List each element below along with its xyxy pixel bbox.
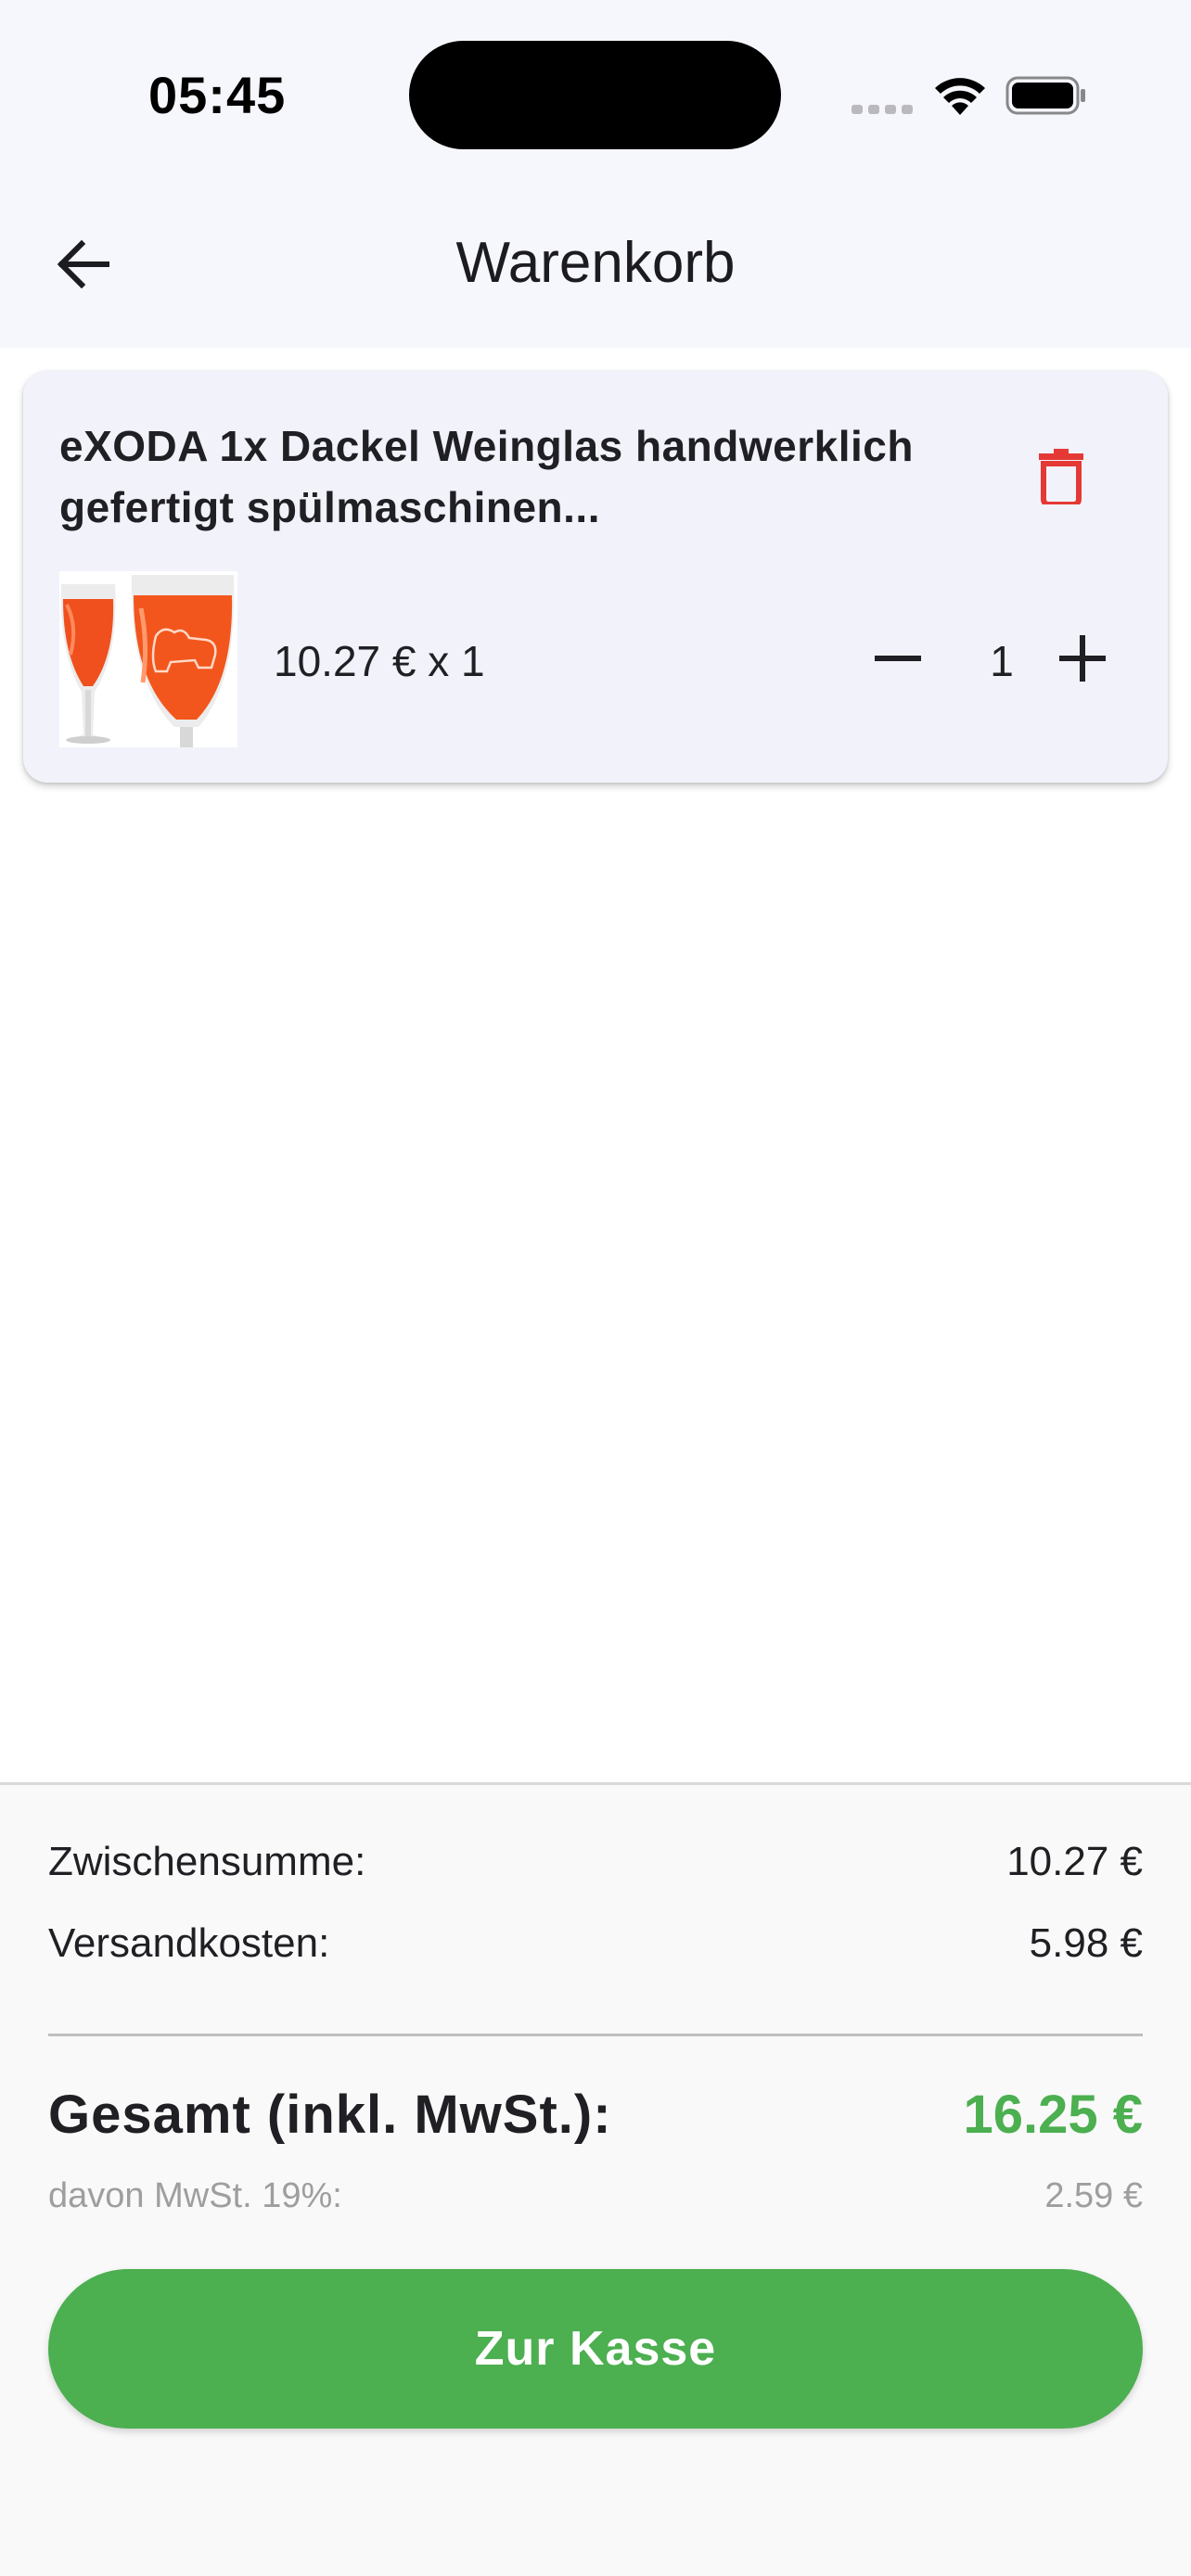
battery-icon: [1005, 76, 1085, 115]
shipping-label: Versandkosten:: [48, 1920, 330, 1966]
order-summary: Zwischensumme: 10.27 € Versandkosten: 5.…: [0, 1782, 1191, 2576]
delete-item-button[interactable]: [1020, 436, 1102, 517]
cart-item-card: eXODA 1x Dackel Weinglas handwerklich ge…: [23, 371, 1168, 783]
increase-quantity-button[interactable]: [1042, 618, 1123, 699]
signal-icon: [852, 105, 913, 114]
header-area: 05:45 Warenkorb: [0, 0, 1191, 348]
dynamic-island: [409, 41, 781, 149]
subtotal-label: Zwischensumme:: [48, 1839, 366, 1884]
vat-value: 2.59 €: [1044, 2176, 1143, 2215]
wine-glass-image: [59, 571, 237, 747]
shipping-value: 5.98 €: [1029, 1920, 1143, 1966]
item-price: 10.27 € x 1: [274, 637, 485, 685]
total-value: 16.25 €: [963, 2085, 1143, 2145]
plus-icon: [1059, 635, 1106, 682]
quantity-value: 1: [990, 637, 1014, 685]
total-row: Gesamt (inkl. MwSt.): 16.25 €: [48, 2084, 1143, 2146]
vat-label: davon MwSt. 19%:: [48, 2176, 342, 2215]
total-label: Gesamt (inkl. MwSt.):: [48, 2085, 612, 2145]
item-title: eXODA 1x Dackel Weinglas handwerklich ge…: [59, 422, 914, 531]
trash-icon: [1039, 449, 1083, 504]
summary-divider: [48, 2034, 1143, 2036]
cart-screen: 05:45 Warenkorb eXODA 1x Dackel Weinglas: [0, 0, 1191, 2576]
subtotal-row: Zwischensumme: 10.27 €: [48, 1839, 1143, 1885]
status-time: 05:45: [148, 66, 287, 124]
shipping-row: Versandkosten: 5.98 €: [48, 1920, 1143, 1967]
checkout-button[interactable]: Zur Kasse: [48, 2269, 1143, 2429]
subtotal-value: 10.27 €: [1006, 1839, 1143, 1884]
page-title: Warenkorb: [455, 231, 736, 295]
decrease-quantity-button[interactable]: [857, 618, 939, 699]
vat-row: davon MwSt. 19%: 2.59 €: [48, 2176, 1143, 2216]
minus-icon: [875, 656, 921, 661]
product-thumbnail[interactable]: [59, 571, 237, 747]
wifi-icon: [935, 78, 985, 115]
